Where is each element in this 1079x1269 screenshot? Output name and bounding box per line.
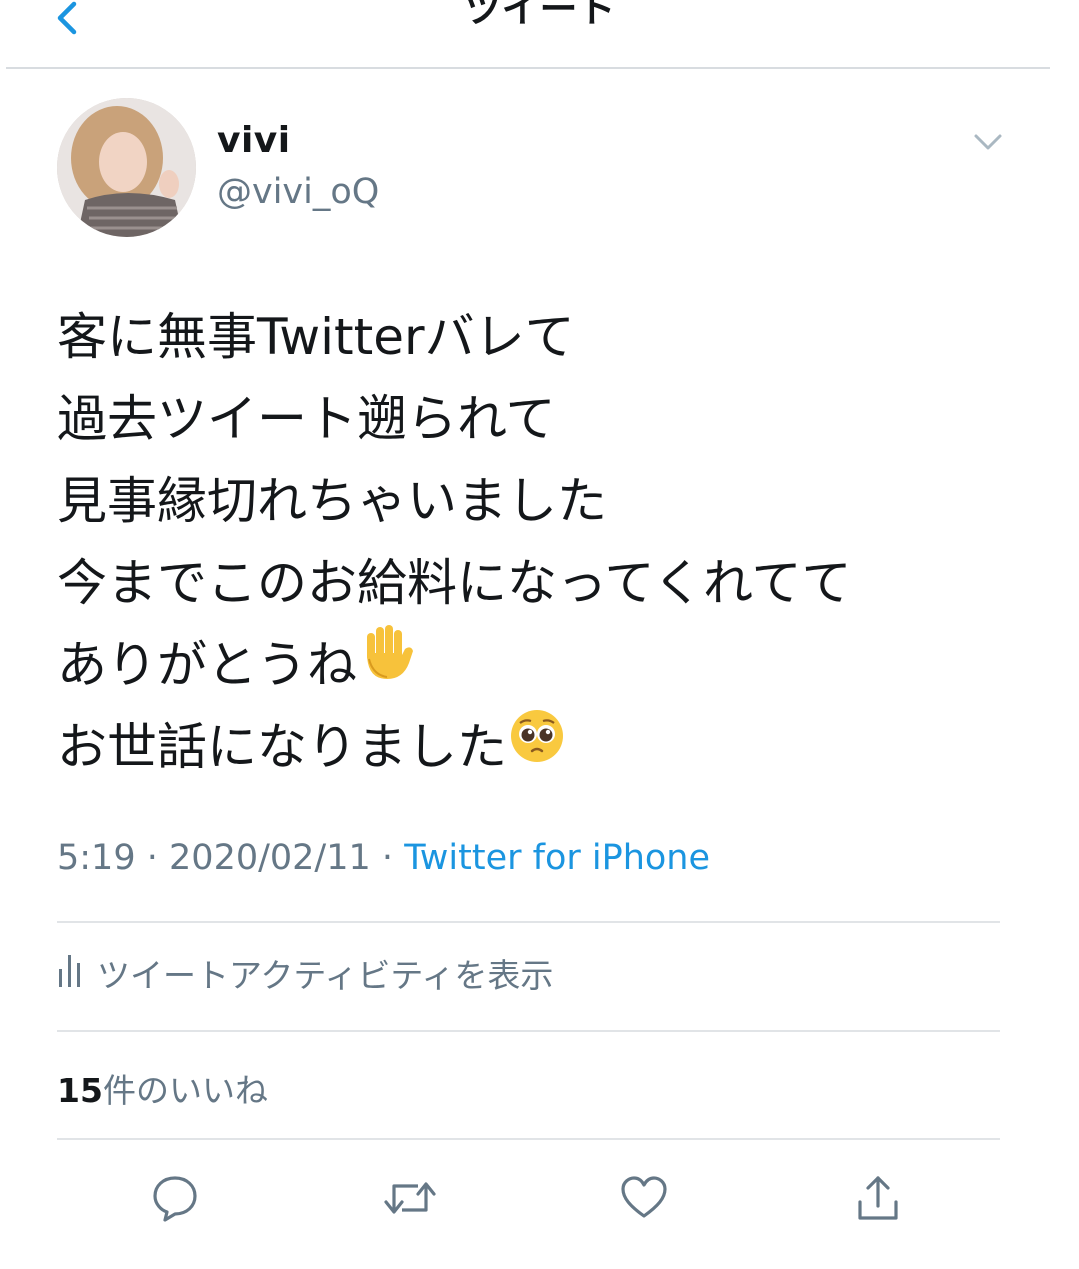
pleading-face-emoji	[509, 706, 565, 788]
tweet-line: 過去ツイート遡られて	[57, 390, 556, 448]
author-name[interactable]: vivi	[217, 120, 291, 161]
reply-button[interactable]	[145, 1168, 205, 1228]
share-button[interactable]	[848, 1168, 908, 1228]
retweet-icon	[384, 1182, 436, 1214]
reply-icon	[153, 1176, 197, 1222]
retweet-button[interactable]	[380, 1168, 440, 1228]
tweet-line-text: お世話になりました	[57, 718, 507, 776]
tweet-line: 見事縁切れちゃいました	[57, 472, 607, 530]
tweet-text: 客に無事Twitterバレて 過去ツイート遡られて 見事縁切れちゃいました 今ま…	[57, 296, 1037, 788]
likes-count: 15	[57, 1071, 103, 1110]
tweet-line: 客に無事Twitterバレて	[57, 308, 575, 366]
tweet-line-text: ありがとうね	[57, 636, 357, 694]
tweet-meta: 5:19 · 2020/02/11 · Twitter for iPhone	[57, 838, 710, 878]
header-divider	[6, 67, 1050, 69]
heart-icon	[621, 1176, 667, 1218]
like-button[interactable]	[614, 1168, 674, 1228]
navigation-bar: ツイート	[0, 0, 1079, 69]
raised-hand-emoji	[359, 623, 417, 707]
likes-label: 件のいいね	[102, 1071, 268, 1110]
more-options-button[interactable]	[968, 128, 1008, 158]
tweet-source-link[interactable]: Twitter for iPhone	[404, 838, 710, 878]
tweet-line-with-emoji: お世話になりました	[57, 706, 1037, 788]
meta-separator: ·	[381, 838, 394, 878]
tweet-time: 5:19	[57, 838, 136, 878]
divider	[57, 1030, 1000, 1032]
meta-separator: ·	[146, 838, 158, 878]
bar-chart-icon	[57, 949, 83, 997]
divider	[57, 921, 1000, 923]
tweet-line: 今までこのお給料になってくれてて	[57, 554, 852, 612]
activity-label: ツイートアクティビティを表示	[97, 956, 554, 995]
share-icon	[858, 1176, 898, 1220]
avatar[interactable]	[57, 98, 196, 237]
likes-count-link[interactable]: 15件のいいね	[57, 1064, 268, 1112]
tweet-line-with-emoji: ありがとうね	[57, 624, 1037, 706]
tweet-date: 2020/02/11	[169, 838, 371, 878]
page-title: ツイート	[463, 0, 616, 31]
author-handle[interactable]: @vivi_oQ	[217, 172, 379, 212]
tweet-activity-link[interactable]: ツイートアクティビティを表示	[57, 948, 553, 998]
divider	[57, 1138, 1000, 1140]
chevron-down-icon	[974, 134, 1002, 150]
